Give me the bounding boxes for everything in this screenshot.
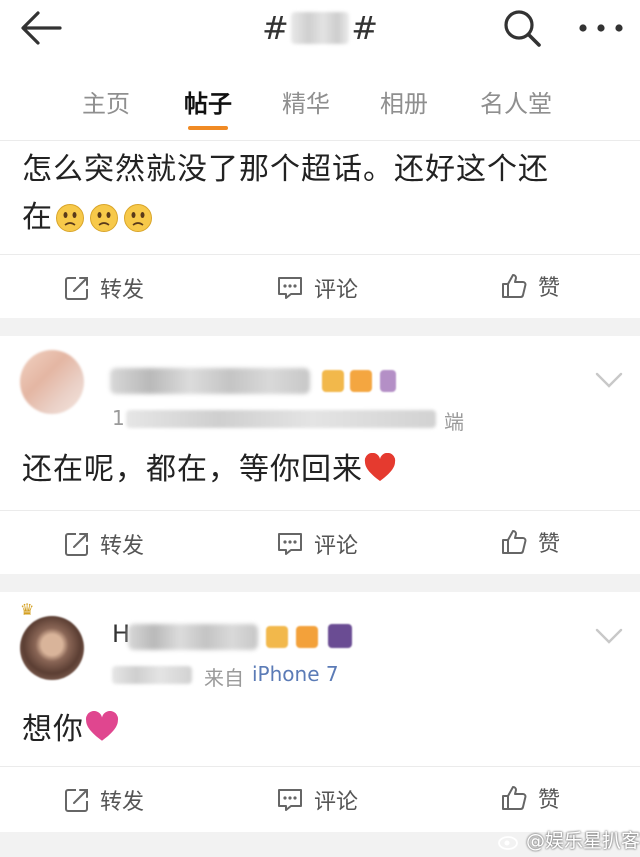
divider [0,766,640,767]
post-source-suffix: 端 [444,410,464,434]
level-badge-icon [350,370,372,392]
thumbs-up-icon [502,530,527,554]
username-blurred[interactable] [110,368,310,394]
title-hash-suffix: # [351,9,378,47]
repost-icon [65,533,88,556]
post-2-comment-button[interactable]: 评论 [276,528,358,560]
comment-label: 评论 [314,278,359,303]
post-3-body: 想你 [22,712,84,747]
sad-face-emoji-icon [56,204,84,232]
chevron-down-icon[interactable] [594,626,624,646]
active-tab-indicator [188,126,228,130]
post-separator [0,574,640,592]
tab-hall-of-fame[interactable]: 名人堂 [480,84,552,119]
title-hash-prefix: # [262,9,289,47]
search-button[interactable] [500,6,544,50]
post-3-like-button[interactable]: 赞 [500,782,560,814]
weibo-logo-icon [498,836,518,850]
like-label: 赞 [538,276,561,301]
post-time-blurred [112,666,192,684]
tab-album[interactable]: 相册 [380,84,428,119]
repost-label: 转发 [100,790,145,815]
crown-icon: ♛ [20,600,35,619]
pink-heart-icon [85,710,119,741]
post-2-like-button[interactable]: 赞 [500,526,560,558]
comment-label: 评论 [314,790,359,815]
red-heart-icon [364,452,396,481]
member-badge-icon [266,626,288,648]
verified-badge-icon [380,370,396,392]
repost-label: 转发 [100,278,145,303]
divider [0,254,640,255]
arrow-left-icon [21,11,62,45]
post-1-text: 怎么突然就没了那个超话。还好这个还 在 [22,146,549,242]
divider [0,510,640,511]
post-time: 1 [112,406,125,430]
fan-badge-icon [328,624,352,648]
tab-posts[interactable]: 帖子 [184,84,232,119]
level-badge-icon [296,626,318,648]
repost-icon [65,277,88,300]
like-label: 赞 [538,532,561,557]
post-1-line-1: 怎么突然就没了那个超话。还好这个还 [22,152,549,187]
post-source-label: 来自 [204,666,244,690]
watermark: @娱乐星扒客 [498,826,640,853]
post-3-repost-button[interactable]: 转发 [64,784,144,816]
title-blurred-name [290,12,350,44]
sad-face-emoji-icon [90,204,118,232]
thumbs-up-icon [502,274,527,298]
post-meta-blurred [126,410,436,428]
chevron-down-icon[interactable] [594,370,624,390]
post-1-repost-button[interactable]: 转发 [64,272,144,304]
post-1-like-button[interactable]: 赞 [500,270,560,302]
post-2-body: 还在呢，都在，等你回来 [22,452,363,487]
more-button[interactable] [574,8,628,48]
back-button[interactable] [16,8,66,48]
post-3-comment-button[interactable]: 评论 [276,784,358,816]
avatar[interactable] [20,616,84,680]
post-device[interactable]: iPhone 7 [252,662,339,686]
search-icon [504,10,541,47]
divider [0,140,640,141]
post-2-repost-button[interactable]: 转发 [64,528,144,560]
comment-icon [278,533,302,555]
post-1-line-2: 在 [22,200,53,235]
top-bar: # # [0,0,640,62]
comment-icon [278,789,302,811]
comment-label: 评论 [314,534,359,559]
post-3-text: 想你 [22,706,120,754]
username-blurred[interactable] [128,624,258,650]
repost-label: 转发 [100,534,145,559]
avatar[interactable] [20,350,84,414]
thumbs-up-icon [502,786,527,810]
tab-bar: 主页 帖子 精华 相册 名人堂 [0,62,640,140]
tab-home[interactable]: 主页 [82,84,130,119]
sad-emoji-group [55,203,153,233]
post-2-text: 还在呢，都在，等你回来 [22,446,397,494]
comment-icon [278,277,302,299]
like-label: 赞 [538,788,561,813]
post-1-comment-button[interactable]: 评论 [276,272,358,304]
sad-face-emoji-icon [124,204,152,232]
member-badge-icon [322,370,344,392]
watermark-text: @娱乐星扒客 [526,830,640,852]
post-separator [0,318,640,336]
more-dots-icon [579,24,623,32]
repost-icon [65,789,88,812]
topic-title: # # [262,8,378,48]
tab-featured[interactable]: 精华 [282,84,330,119]
